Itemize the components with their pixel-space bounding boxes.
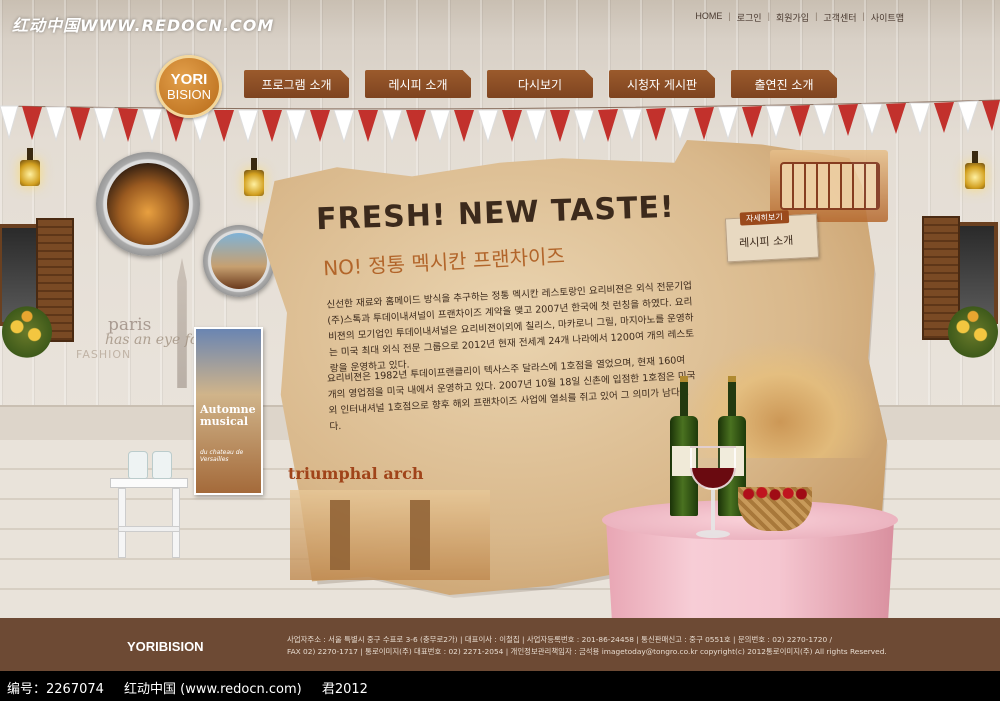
page: 红动中国WWW.REDOCN.COM HOME | 로그인 | 회원가입 | 고…: [0, 0, 1000, 701]
fashion-deco-text: FASHION: [76, 348, 132, 361]
nav-tab-board[interactable]: 시청자 게시판: [609, 70, 715, 98]
nav-tab-program[interactable]: 프로그램 소개: [244, 70, 349, 98]
footer-brand: YORIBISION: [127, 639, 204, 654]
bread-basket-image: [680, 338, 880, 458]
concert-poster: Automne musical du chateau de Versailles: [194, 327, 263, 495]
cherries-icon: [742, 487, 808, 501]
yori-bision-logo[interactable]: YORI BISION: [156, 55, 222, 118]
home-link[interactable]: HOME: [695, 11, 722, 24]
nav-tab-recipe[interactable]: 레시피 소개: [365, 70, 471, 98]
lamp-icon: [965, 151, 985, 189]
glass-jar: [152, 451, 172, 479]
poster-title: Automne musical: [200, 403, 256, 428]
separator: |: [767, 11, 770, 21]
nav-tab-cast[interactable]: 출연진 소개: [731, 70, 837, 98]
logo-line-1: YORI: [170, 70, 208, 88]
utility-nav: HOME | 로그인 | 회원가입 | 고객센터 | 사이트맵: [695, 11, 904, 24]
footer-info-line-2: FAX 02) 2270-1717 | 통로이미지(주) 대표번호 : 02) …: [287, 647, 887, 656]
wine-glass-icon: [690, 446, 736, 542]
logo-line-2: BISION: [166, 86, 212, 102]
flower-pot-left: [2, 306, 52, 358]
has-an-eye-deco-text: has an eye for: [105, 332, 206, 348]
footer-company-info: 사업자주소 : 서울 특별시 중구 수표로 3-6 (충무로2가) | 대표이사…: [287, 634, 927, 658]
support-link[interactable]: 고객센터: [823, 11, 856, 24]
lamp-icon: [20, 148, 40, 186]
lamp-icon: [244, 158, 264, 196]
site-footer: YORIBISION 사업자주소 : 서울 특별시 중구 수표로 3-6 (충무…: [0, 618, 1000, 671]
trevi-fountain-photo: [96, 152, 200, 256]
tower-bridge-image: [290, 490, 490, 580]
credit-id: 编号：2267074: [7, 682, 104, 697]
poster-subtitle: du chateau de Versailles: [200, 449, 244, 463]
credit-author: 君2012: [321, 682, 368, 697]
separator: |: [815, 11, 818, 21]
more-tag-small-label: 자세히보기: [739, 210, 790, 226]
arch-word: arch: [383, 464, 424, 483]
separator: |: [862, 11, 865, 21]
sitemap-link[interactable]: 사이트맵: [871, 11, 904, 24]
watermark-text: 红动中国WWW.REDOCN.COM: [12, 16, 275, 35]
login-link[interactable]: 로그인: [737, 11, 762, 24]
flower-pot-right: [948, 306, 998, 358]
footer-info-line-1: 사업자주소 : 서울 특별시 중구 수표로 3-6 (충무로2가) | 대표이사…: [287, 635, 833, 644]
bunting-flags: [0, 99, 1000, 144]
white-stool: [110, 478, 188, 558]
triumphal-word: triumphal: [288, 464, 378, 483]
separator: |: [728, 11, 731, 21]
nav-tab-replay[interactable]: 다시보기: [487, 70, 593, 98]
main-nav: 프로그램 소개 레시피 소개 다시보기 시청자 게시판 출연진 소개: [244, 70, 837, 98]
credit-site: 红动中国 (www.redocn.com): [124, 682, 302, 697]
join-link[interactable]: 회원가입: [776, 11, 809, 24]
glass-jar: [128, 451, 148, 479]
triumphal-arch-deco-text: triumphal arch: [288, 464, 423, 483]
more-tag-label: 레시피 소개: [738, 233, 794, 250]
image-credit-bar: 编号：2267074 红动中国 (www.redocn.com) 君2012: [0, 671, 1000, 701]
recipe-more-button[interactable]: 자세히보기 레시피 소개: [724, 210, 820, 263]
